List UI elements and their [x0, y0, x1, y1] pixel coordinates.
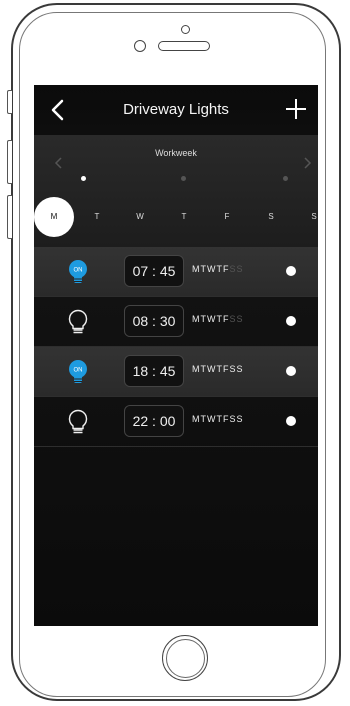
repeat-day-letter: S: [229, 264, 237, 274]
repeat-days: MTWTFSS: [192, 264, 244, 274]
repeat-day-letter: M: [192, 314, 201, 324]
home-button-ring: [166, 639, 205, 678]
day-thursday[interactable]: T: [164, 197, 204, 237]
schedule-row[interactable]: ON 18 : 45 MTWTFSS: [34, 347, 318, 397]
repeat-day-letter: M: [192, 264, 201, 274]
previous-week-chevron-icon[interactable]: [54, 156, 64, 170]
repeat-days: MTWTFSS: [192, 364, 244, 374]
day-monday[interactable]: M: [34, 197, 74, 237]
time-display[interactable]: 18 : 45: [124, 355, 184, 387]
phone-side-button: [7, 195, 12, 239]
repeat-day-letter: S: [236, 314, 244, 324]
page-indicator-dot[interactable]: [283, 176, 288, 181]
weekday-row: M T W T F S S: [34, 197, 318, 237]
proximity-sensor: [134, 40, 146, 52]
repeat-day-letter: W: [207, 264, 217, 274]
front-camera: [181, 25, 190, 34]
app-screen: Driveway Lights Workweek M T W T F S S O…: [34, 85, 318, 626]
repeat-days: MTWTFSS: [192, 414, 244, 424]
schedule-toggle-dot[interactable]: [286, 366, 296, 376]
repeat-day-letter: S: [229, 364, 237, 374]
repeat-day-letter: M: [192, 414, 201, 424]
bulb-on-icon[interactable]: ON: [65, 359, 91, 385]
phone-side-button: [7, 140, 12, 184]
week-label: Workweek: [155, 148, 197, 158]
day-wednesday[interactable]: W: [120, 197, 160, 237]
earpiece-speaker: [158, 41, 210, 51]
page-indicator-dot-active[interactable]: [81, 176, 86, 181]
schedule-toggle-dot[interactable]: [286, 316, 296, 326]
repeat-day-letter: M: [192, 364, 201, 374]
day-sunday[interactable]: S: [294, 197, 318, 237]
bulb-outline-icon[interactable]: [65, 409, 91, 435]
page-title: Driveway Lights: [123, 101, 229, 118]
next-week-chevron-icon[interactable]: [302, 156, 312, 170]
bulb-outline-icon[interactable]: [65, 309, 91, 335]
day-friday[interactable]: F: [207, 197, 247, 237]
schedule-toggle-dot[interactable]: [286, 266, 296, 276]
bulb-on-label: ON: [74, 268, 83, 274]
schedule-row[interactable]: 08 : 30 MTWTFSS: [34, 297, 318, 347]
header-bar: Driveway Lights: [34, 85, 318, 135]
repeat-day-letter: W: [207, 364, 217, 374]
repeat-day-letter: W: [207, 314, 217, 324]
repeat-day-letter: S: [229, 314, 237, 324]
page-indicator-dot[interactable]: [181, 176, 186, 181]
schedule-row[interactable]: ON 07 : 45 MTWTFSS: [34, 247, 318, 297]
time-display[interactable]: 07 : 45: [124, 255, 184, 287]
bulb-on-label: ON: [74, 368, 83, 374]
time-display[interactable]: 22 : 00: [124, 405, 184, 437]
day-tuesday[interactable]: T: [77, 197, 117, 237]
repeat-days: MTWTFSS: [192, 314, 244, 324]
add-plus-icon[interactable]: [284, 97, 308, 121]
week-selector: Workweek M T W T F S S: [34, 135, 318, 247]
day-saturday[interactable]: S: [251, 197, 291, 237]
repeat-day-letter: S: [236, 264, 244, 274]
schedule-toggle-dot[interactable]: [286, 416, 296, 426]
repeat-day-letter: S: [236, 364, 244, 374]
repeat-day-letter: S: [236, 414, 244, 424]
time-display[interactable]: 08 : 30: [124, 305, 184, 337]
repeat-day-letter: S: [229, 414, 237, 424]
bulb-on-icon[interactable]: ON: [65, 259, 91, 285]
repeat-day-letter: W: [207, 414, 217, 424]
phone-side-button: [7, 90, 12, 114]
schedule-row[interactable]: 22 : 00 MTWTFSS: [34, 397, 318, 447]
